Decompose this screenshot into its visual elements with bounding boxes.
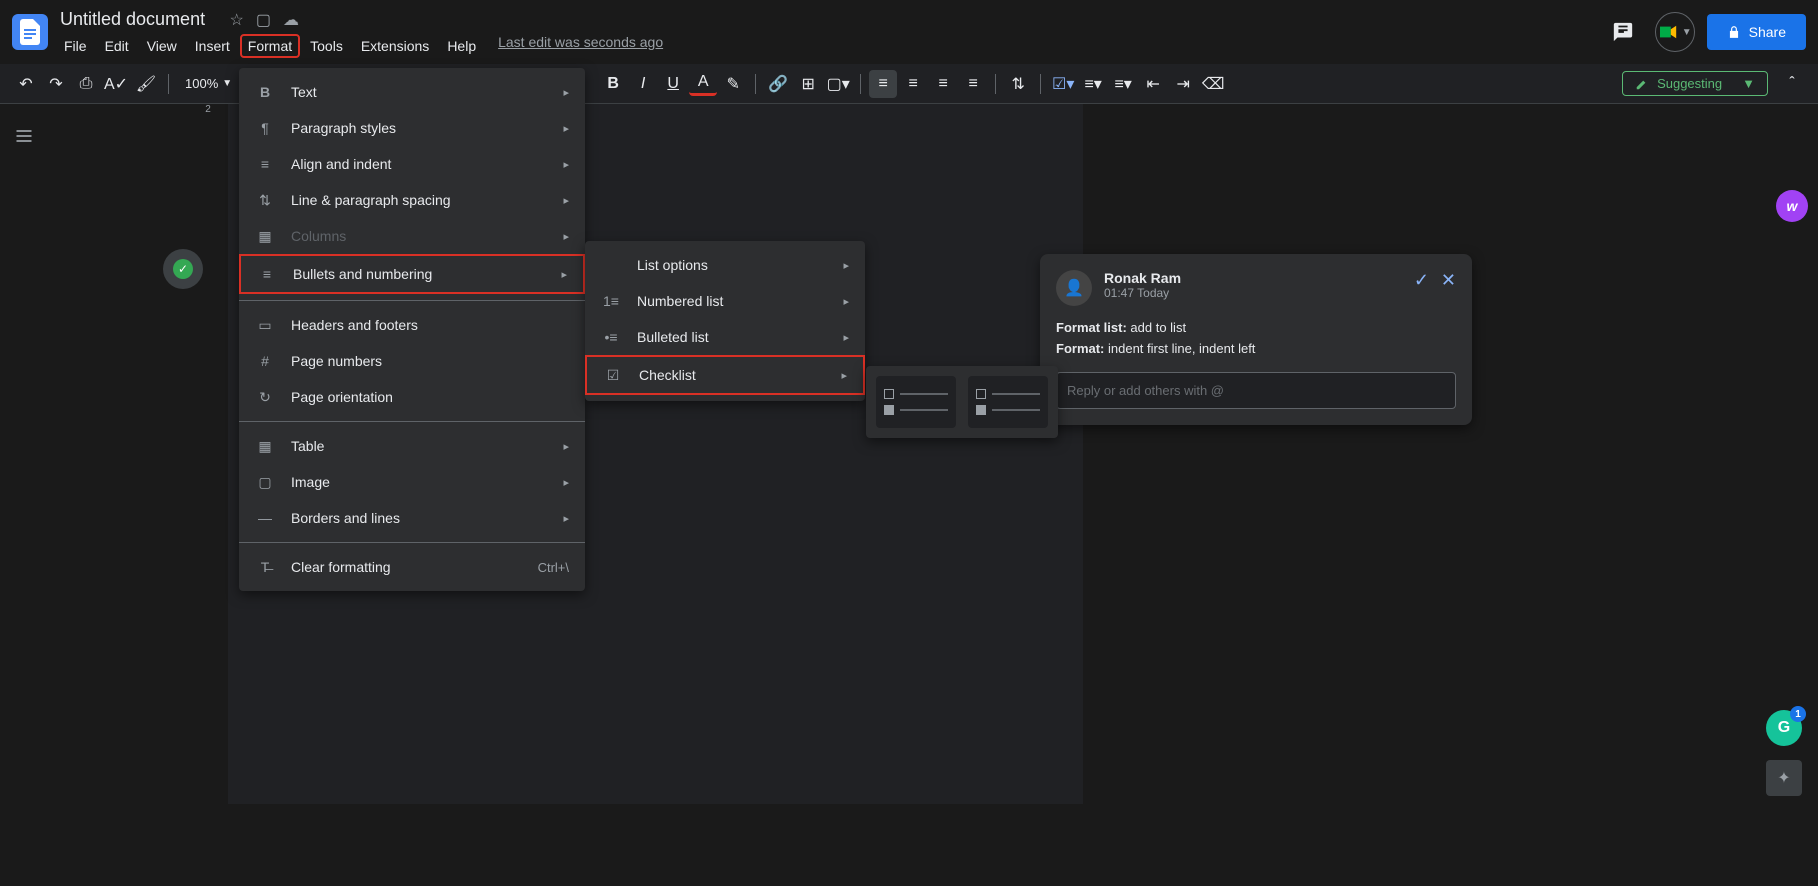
left-sidebar [0,104,48,886]
check-icon: ✓ [173,259,193,279]
checklist-style-1[interactable] [876,376,956,428]
redo-icon[interactable]: ↷ [42,70,70,98]
italic-icon[interactable]: I [629,70,657,98]
menu-bar: File Edit View Insert Format Tools Exten… [56,34,1595,58]
grammarly-badge: 1 [1790,706,1806,722]
close-icon[interactable]: ✕ [1441,270,1456,291]
share-button[interactable]: Share [1707,14,1806,50]
highlight-color-icon[interactable]: ✎ [719,70,747,98]
checklist-icon[interactable]: ☑▾ [1049,70,1077,98]
paint-format-icon[interactable]: 🖌 [132,70,160,98]
divider [239,300,585,301]
menu-extensions[interactable]: Extensions [353,34,437,58]
undo-icon[interactable]: ↶ [12,70,40,98]
menu-view[interactable]: View [139,34,185,58]
menu-file[interactable]: File [56,34,95,58]
zoom-selector[interactable]: 100%▼ [177,76,240,91]
last-edit-link[interactable]: Last edit was seconds ago [498,34,663,58]
separator [860,74,861,94]
format-text[interactable]: BText▸ [239,74,585,110]
increase-indent-icon[interactable]: ⇥ [1169,70,1197,98]
move-icon[interactable]: ▢ [256,10,271,30]
header-right: ▼ Share [1603,12,1806,52]
spellcheck-icon[interactable]: A✓ [102,70,130,98]
numbered-list-icon[interactable]: ≡▾ [1109,70,1137,98]
line-spacing-icon[interactable]: ⇅ [1004,70,1032,98]
mode-suggesting[interactable]: Suggesting ▼ [1622,71,1768,96]
link-icon[interactable]: 🔗 [764,70,792,98]
document-title[interactable]: Untitled document [56,7,209,32]
bullets-submenu: List options▸ 1≡Numbered list▸ •≡Bullete… [585,241,865,401]
align-left-icon[interactable]: ≡ [869,70,897,98]
menu-help[interactable]: Help [439,34,484,58]
format-align-indent[interactable]: ≡Align and indent▸ [239,146,585,182]
title-area: Untitled document ☆ ▢ ☁ File Edit View I… [56,7,1595,58]
underline-icon[interactable]: U [659,70,687,98]
list-options[interactable]: List options▸ [585,247,865,283]
checklist-options [866,366,1058,438]
chevron-down-icon: ▼ [1742,76,1755,91]
menu-insert[interactable]: Insert [187,34,238,58]
meet-icon[interactable]: ▼ [1655,12,1695,52]
separator [755,74,756,94]
bulleted-list-icon[interactable]: ≡▾ [1079,70,1107,98]
format-line-spacing[interactable]: ⇅Line & paragraph spacing▸ [239,182,585,218]
format-table[interactable]: ▦Table▸ [239,428,585,464]
decrease-indent-icon[interactable]: ⇤ [1139,70,1167,98]
explore-icon[interactable]: ✦ [1766,760,1802,796]
bulleted-list[interactable]: •≡Bulleted list▸ [585,319,865,355]
add-comment-icon[interactable]: ⊞ [794,70,822,98]
separator [168,74,169,94]
bold-icon[interactable]: B [599,70,627,98]
insert-image-icon[interactable]: ▢▾ [824,70,852,98]
format-page-orientation[interactable]: ↻Page orientation [239,379,585,415]
format-bullets-numbering[interactable]: ≡Bullets and numbering▸ [239,254,585,294]
separator [995,74,996,94]
divider [239,542,585,543]
wordtune-icon: w [1776,190,1808,222]
align-center-icon[interactable]: ≡ [899,70,927,98]
comments-icon[interactable] [1603,12,1643,52]
numbered-list[interactable]: 1≡Numbered list▸ [585,283,865,319]
collaborator-chip[interactable]: w [1776,190,1808,222]
collapse-icon[interactable]: ˆ [1778,70,1806,98]
format-clear-formatting[interactable]: T̶Clear formattingCtrl+\ [239,549,585,585]
format-image[interactable]: ▢Image▸ [239,464,585,500]
checklist[interactable]: ☑Checklist▸ [585,355,865,395]
comment-body: Format list: add to list Format: indent … [1056,318,1456,360]
align-right-icon[interactable]: ≡ [929,70,957,98]
outline-icon[interactable] [8,120,40,152]
cloud-icon[interactable]: ☁ [283,10,299,30]
menu-edit[interactable]: Edit [97,34,137,58]
checklist-style-2[interactable] [968,376,1048,428]
clear-formatting-icon[interactable]: ⌫ [1199,70,1227,98]
align-justify-icon[interactable]: ≡ [959,70,987,98]
format-dropdown: BText▸ ¶Paragraph styles▸ ≡Align and ind… [239,68,585,591]
format-borders-lines[interactable]: —Borders and lines▸ [239,500,585,536]
docs-logo[interactable] [12,14,48,50]
menu-tools[interactable]: Tools [302,34,351,58]
format-page-numbers[interactable]: #Page numbers [239,343,585,379]
text-color-icon[interactable]: A [689,72,717,96]
app-header: Untitled document ☆ ▢ ☁ File Edit View I… [0,0,1818,64]
comment-card: 👤 Ronak Ram 01:47 Today ✓ ✕ Format list:… [1040,254,1472,425]
share-label: Share [1749,24,1786,40]
separator [1040,74,1041,94]
format-paragraph-styles[interactable]: ¶Paragraph styles▸ [239,110,585,146]
divider [239,421,585,422]
reply-input[interactable]: Reply or add others with @ [1056,372,1456,409]
grammarly-icon[interactable]: G1 [1766,710,1802,746]
star-icon[interactable]: ☆ [230,10,244,30]
avatar[interactable]: 👤 [1056,270,1092,306]
format-columns[interactable]: ▦Columns▸ [239,218,585,254]
comment-time: 01:47 Today [1104,286,1181,300]
comment-author: Ronak Ram [1104,270,1181,286]
print-icon[interactable]: ⎙ [72,70,100,98]
menu-format[interactable]: Format [240,34,300,58]
format-headers-footers[interactable]: ▭Headers and footers [239,307,585,343]
suggestion-badge[interactable]: ✓ [163,249,203,289]
accept-icon[interactable]: ✓ [1414,270,1429,291]
